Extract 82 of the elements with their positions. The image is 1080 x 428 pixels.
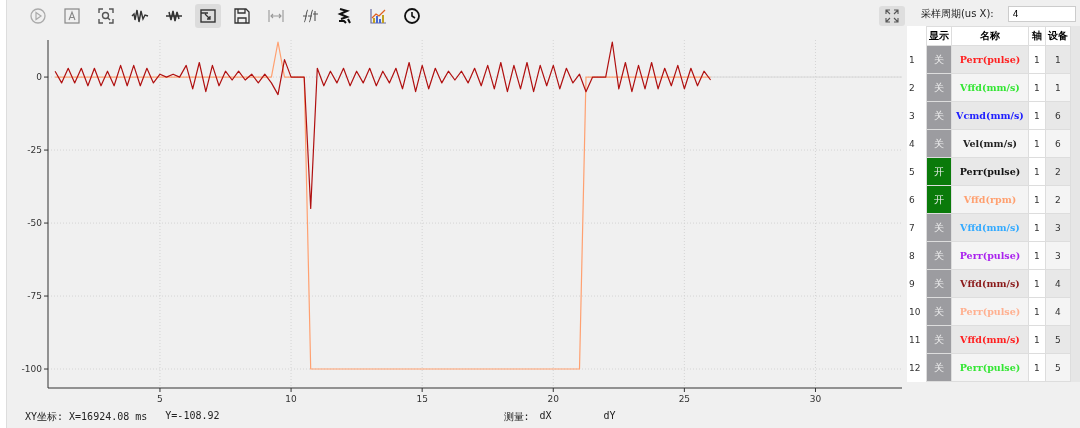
signal-name: Vel(mm/s) [962,138,1017,149]
toggle-cell[interactable]: 关 [926,325,952,354]
row-number: 4 [906,129,927,158]
table-cell: 1 [1028,213,1046,242]
period-label: 采样周期(us X): [920,7,994,21]
signal-name: Vffd(mm/s) [960,222,1020,233]
row-number: 5 [906,157,927,186]
chart-icon [368,7,387,25]
toggle-cell[interactable]: 开 [926,185,952,214]
row-number: 10 [906,297,927,326]
table-cell: 1 [1028,129,1046,158]
signal-name: Perr(pulse) [959,166,1021,177]
column-header: 设备 [1045,26,1071,46]
signal-name: Perr(pulse) [959,362,1021,373]
row-number: 7 [906,213,927,242]
toggle-cell[interactable]: 开 [926,157,952,186]
zoom-icon [96,7,115,25]
clock-icon [402,7,421,25]
play-icon [28,7,47,25]
coordinate-text: XY坐标: X=16924.08 ms [24,410,148,424]
toggle-cell[interactable]: 关 [926,353,952,382]
row-number: 11 [906,325,927,354]
dy-label: dY [603,410,616,423]
axis-label: 15 [416,394,428,404]
toggle-cell[interactable]: 关 [926,269,952,298]
axis-label: 25 [678,394,691,404]
row-number: 6 [906,185,927,214]
row-number: 2 [906,73,927,102]
row-number: 3 [906,101,927,130]
signal-name: Perr(pulse) [959,54,1021,65]
axis-label: -25 [27,145,42,156]
column-header: 显示 [926,26,952,46]
signal-name: Vffd(mm/s) [960,334,1020,345]
table-cell: 1 [1028,185,1046,214]
table-cell: 1 [1028,157,1046,186]
toggle-cell[interactable]: 关 [926,213,952,242]
toolbar-button[interactable] [194,4,221,28]
signal-name: Vffd(mm/s) [960,82,1020,93]
signal-name: Vcmd(mm/s) [956,110,1024,121]
signal-name: Vffd(mm/s) [960,278,1020,289]
toggle-cell[interactable]: 关 [926,241,952,270]
table-cell: 1 [1028,325,1046,354]
axis-label: 30 [809,394,822,404]
row-number: 12 [906,353,927,382]
dx-label: dX [539,410,552,423]
signal-name: Vffd(rpm) [963,194,1017,205]
save-icon [232,7,251,25]
axis-label: 20 [547,394,559,404]
axis-label: 5 [157,394,163,404]
row-number: 8 [906,241,927,270]
fft-icon [300,7,319,25]
table-cell: 1 [1028,353,1046,382]
coordinate-text: Y=-108.92 [165,410,220,423]
toggle-cell[interactable]: 关 [926,101,952,130]
toggle-cell[interactable]: 关 [926,297,952,326]
signal-name: Perr(pulse) [959,306,1021,317]
table-cell: 1 [1028,73,1046,102]
toggle-cell[interactable]: 关 [926,45,952,74]
axis-label: -75 [27,291,42,302]
export-icon [198,7,217,25]
axis-label: 0 [36,72,42,83]
period-field[interactable]: 4 [1007,6,1076,22]
fullscreen-button[interactable] [878,6,905,26]
table-cell: 1 [1028,269,1046,298]
column-header: 名称 [951,26,1029,46]
signal-name: Perr(pulse) [959,250,1021,261]
measure-label: 测量: [503,410,530,424]
axis-label: -50 [27,218,42,229]
toggle-cell[interactable]: 关 [926,73,952,102]
axis-label: -100 [21,364,42,374]
row-number: 1 [906,45,927,74]
table-cell: 1 [1028,101,1046,130]
wave-icon [130,7,149,25]
table-cell: 1 [1028,45,1046,74]
toggle-cell[interactable]: 关 [926,129,952,158]
span-icon [266,7,285,25]
row-number: 9 [906,269,927,298]
text-icon [62,7,81,25]
table-cell: 1 [1028,241,1046,270]
expand-icon [884,9,899,23]
table-cell: 1 [1028,297,1046,326]
axis-label: 10 [285,394,297,404]
